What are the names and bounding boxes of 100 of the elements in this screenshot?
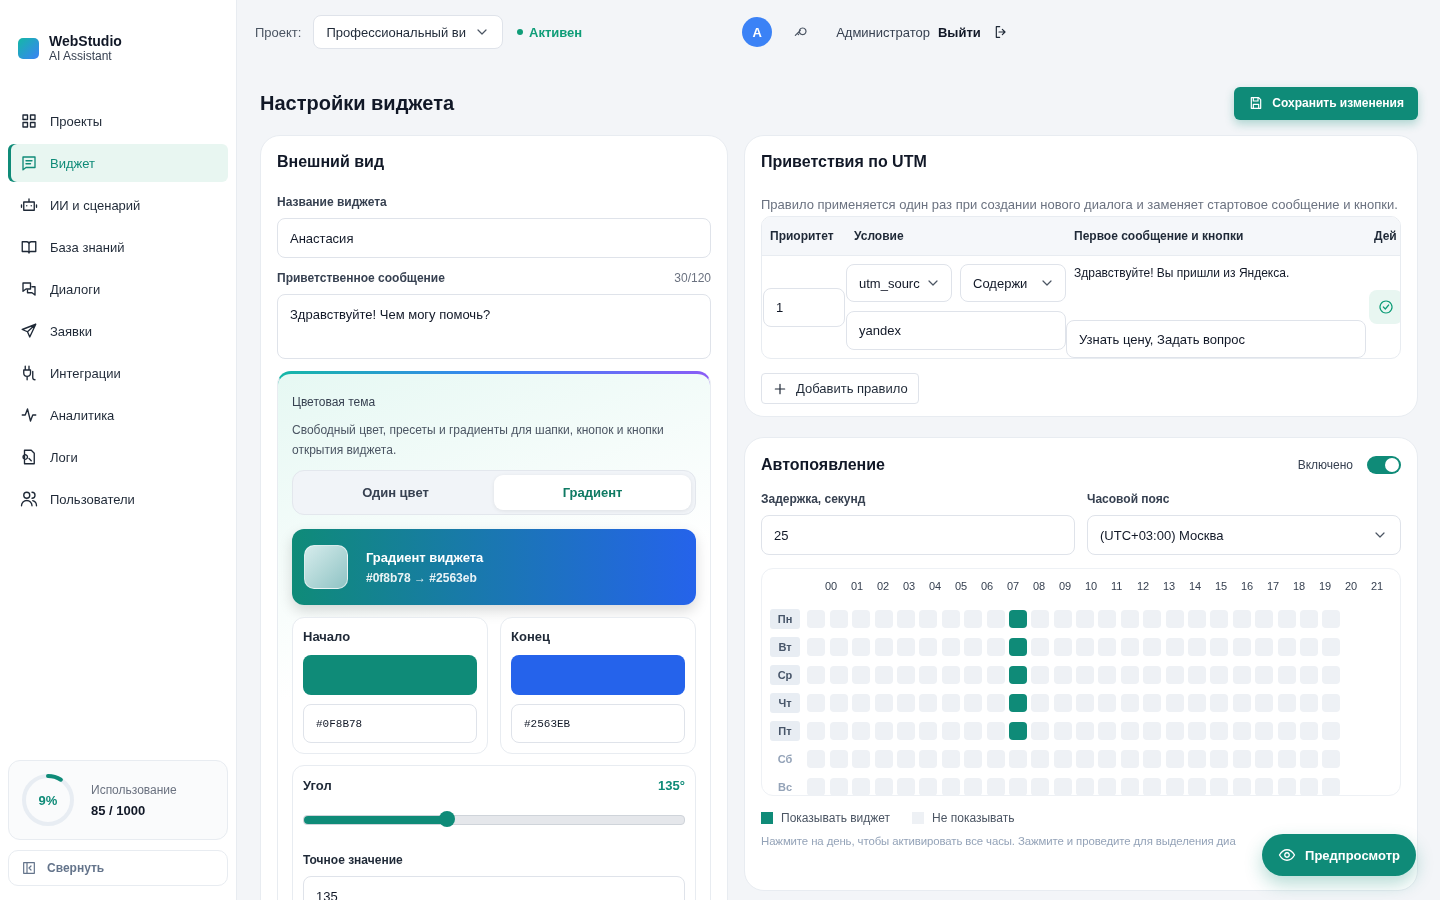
day-button[interactable]: Вт: [770, 636, 800, 657]
hour-cell[interactable]: [1008, 721, 1027, 740]
utm-description: Правило применяется один раз при создании нового диалога и заменяет стартовое сообщение и кнопки.: [761, 197, 1399, 212]
operator-select[interactable]: Содержи: [960, 264, 1066, 302]
buttons-field[interactable]: Узнать цену, Задать вопрос: [1066, 320, 1366, 358]
nav-item[interactable]: Проекты: [8, 102, 228, 140]
nav-item[interactable]: Интеграции: [8, 354, 228, 392]
nav-item[interactable]: Аналитика: [8, 396, 228, 434]
nav-item[interactable]: Пользователи: [8, 480, 228, 518]
logo-icon: [18, 37, 39, 59]
page-title: Настройки виджета: [260, 91, 455, 115]
param-select[interactable]: utm_sourc: [846, 264, 952, 302]
logout-link[interactable]: Выйти: [937, 24, 981, 40]
gradient-value: #0f8b78 → #2563eb: [366, 570, 478, 585]
day-button[interactable]: Ср: [770, 664, 800, 685]
timezone-select[interactable]: (UTC+03:00) Москва: [1087, 515, 1401, 555]
hour-label: 04: [929, 580, 943, 594]
color-field[interactable]: #0F8B78: [303, 704, 477, 743]
column-header: Условие: [853, 229, 905, 243]
nav-item[interactable]: Логи: [8, 438, 228, 476]
hour-label: 05: [955, 580, 969, 594]
hour-label: 06: [981, 580, 995, 594]
card-title: Автопоявление: [761, 456, 886, 474]
hour-label: 08: [1033, 580, 1047, 594]
column-header: Дей: [1373, 229, 1397, 243]
nav-item[interactable]: Виджет: [8, 144, 228, 182]
legend-label: Не показывать: [932, 811, 1015, 825]
nav-icon: [20, 112, 38, 130]
column-header: Приоритет: [769, 229, 835, 243]
hour-label: 02: [877, 580, 891, 594]
hour-label: 01: [851, 580, 865, 594]
char-counter: 30/120: [674, 271, 711, 285]
project-select[interactable]: Профессиональный ви: [313, 15, 503, 49]
mode-tab[interactable]: Градиент: [494, 475, 691, 510]
field-label: Название виджета: [277, 195, 388, 209]
confirm-button[interactable]: [1369, 290, 1400, 324]
value-field[interactable]: yandex: [846, 311, 1066, 350]
add-rule-button[interactable]: Добавить правило: [761, 373, 919, 404]
user-name: Администратор: [836, 24, 930, 40]
card-title: Внешний вид: [277, 153, 386, 171]
nav-icon: [20, 406, 38, 424]
slider-thumb[interactable]: [438, 811, 455, 827]
usage-value: 85 / 1000: [91, 802, 147, 818]
hour-label: 18: [1293, 580, 1307, 594]
status-dot: [517, 29, 523, 35]
day-button[interactable]: Чт: [770, 692, 800, 713]
hour-label: 12: [1137, 580, 1151, 594]
hour-label: 17: [1267, 580, 1281, 594]
nav-icon: [20, 364, 38, 382]
brand-subtitle: AI Assistant: [49, 49, 113, 63]
hour-label: 11: [1111, 580, 1124, 594]
usage-label: Использование: [91, 782, 177, 797]
collapse-icon: [21, 860, 37, 876]
priority-field[interactable]: 1: [763, 287, 845, 327]
nav-item[interactable]: База знаний: [8, 228, 228, 266]
legend-label: Показывать виджет: [781, 811, 891, 825]
angle-field[interactable]: 135: [303, 876, 685, 900]
field-label: Приветственное сообщение: [277, 271, 445, 285]
toggle-switch[interactable]: [1367, 456, 1401, 474]
hour-cell[interactable]: [1008, 665, 1027, 684]
nav-item[interactable]: ИИ и сценарий: [8, 186, 228, 224]
nav-icon: [20, 196, 38, 214]
greeting-field[interactable]: Здравствуйте! Чем могу помочь?: [277, 294, 711, 359]
nav-item[interactable]: Диалоги: [8, 270, 228, 308]
card-title: Приветствия по UTM: [761, 153, 928, 171]
hour-label: 20: [1345, 580, 1359, 594]
hour-label: 14: [1189, 580, 1203, 594]
message-field[interactable]: Здравствуйте! Вы пришли из Яндекса.: [1066, 264, 1366, 315]
avatar[interactable]: A: [742, 17, 773, 47]
color-swatch[interactable]: [303, 655, 477, 695]
collapse-button[interactable]: Свернуть: [8, 850, 228, 886]
hour-label: 16: [1241, 580, 1255, 594]
hour-label: 07: [1007, 580, 1021, 594]
color-field[interactable]: #2563EB: [511, 704, 685, 743]
hour-label: 03: [903, 580, 917, 594]
usage-percent: 9%: [37, 791, 59, 810]
save-button[interactable]: Сохранить изменения: [1234, 86, 1418, 120]
day-button[interactable]: Пн: [770, 608, 800, 629]
hour-label: 00: [825, 580, 839, 594]
hour-cell[interactable]: [1008, 609, 1027, 628]
hour-label: 09: [1059, 580, 1073, 594]
schedule-hint: Нажмите на день, чтобы активировать все часы. Зажмите и проведите для выделения диа: [761, 835, 1237, 847]
angle-label: Угол: [303, 778, 332, 793]
day-button[interactable]: Пт: [770, 720, 800, 741]
field-label: Задержка, секунд: [761, 492, 867, 506]
hour-cell[interactable]: [1008, 637, 1027, 656]
preview-button[interactable]: Предпросмотр: [1262, 834, 1416, 876]
brand-name: WebStudio: [49, 33, 122, 49]
hour-label: 15: [1215, 580, 1229, 594]
name-field[interactable]: Анастасия: [277, 218, 711, 258]
hour-label: 19: [1319, 580, 1333, 594]
color-swatch[interactable]: [511, 655, 685, 695]
nav-icon: [20, 154, 38, 172]
nav-icon: [20, 280, 38, 298]
gradient-title: Градиент виджета: [366, 549, 484, 565]
nav-item[interactable]: Заявки: [8, 312, 228, 350]
stop-title: Начало: [303, 629, 352, 644]
hour-cell[interactable]: [1008, 693, 1027, 712]
delay-field[interactable]: 25: [761, 515, 1075, 555]
mode-tab[interactable]: Один цвет: [297, 475, 494, 510]
